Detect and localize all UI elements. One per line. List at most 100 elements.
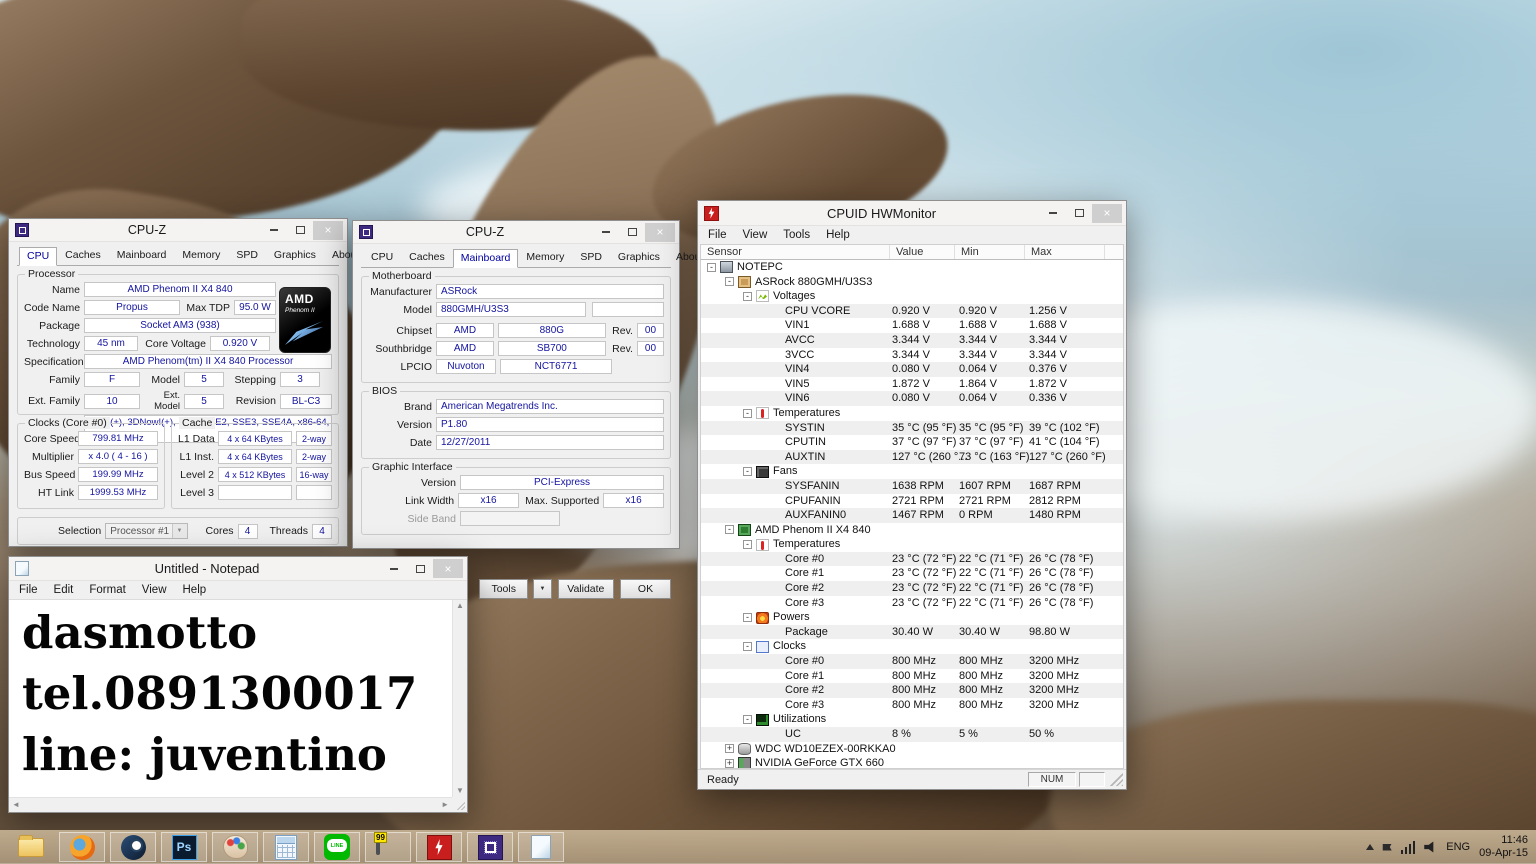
taskbar-cpuz-button[interactable] [467, 832, 513, 862]
tab[interactable]: CPU [19, 247, 58, 266]
sensor-row[interactable]: AVCC 3.344 V 3.344 V 3.344 V [701, 332, 1123, 348]
sensor-row[interactable]: Core #0 23 °C (72 °F) 22 °C (71 °F) 26 °… [701, 551, 1123, 567]
sensor-row[interactable]: - Utilizations [701, 712, 1123, 727]
taskbar-firefox-button[interactable] [59, 832, 105, 862]
sensor-row[interactable]: VIN1 1.688 V 1.688 V 1.688 V [701, 318, 1123, 333]
maximize-button[interactable] [287, 221, 313, 240]
expand-toggle[interactable]: + [725, 744, 734, 754]
minimize-button[interactable] [261, 221, 287, 240]
sensor-row[interactable]: Core #3 23 °C (72 °F) 22 °C (71 °F) 26 °… [701, 596, 1123, 611]
maximize-button[interactable] [1066, 204, 1092, 223]
expand-toggle[interactable]: + [725, 758, 734, 768]
menu-item[interactable]: Edit [46, 583, 82, 597]
taskbar-monitor-99-button[interactable]: 99 [365, 832, 411, 862]
menu-item[interactable]: View [735, 228, 776, 242]
column-value[interactable]: Value [890, 245, 955, 259]
resize-grip[interactable] [1110, 773, 1123, 786]
column-sensor[interactable]: Sensor [701, 245, 890, 259]
chevron-down-icon[interactable]: ▼ [171, 524, 187, 538]
close-button[interactable]: × [313, 220, 343, 240]
expand-toggle[interactable]: - [707, 262, 716, 272]
taskbar-clock[interactable]: 11:46 09-Apr-15 [1479, 834, 1528, 860]
column-min[interactable]: Min [955, 245, 1025, 259]
expand-toggle[interactable]: - [743, 291, 752, 301]
taskbar-hwmonitor-button[interactable] [416, 832, 462, 862]
language-indicator[interactable]: ENG [1446, 841, 1470, 853]
sensor-row[interactable]: - Fans [701, 464, 1123, 479]
show-hidden-icons-chevron[interactable] [1365, 844, 1374, 850]
taskbar-calculator-button[interactable] [263, 832, 309, 862]
sensor-row[interactable]: CPUTIN 37 °C (97 °F) 37 °C (97 °F) 41 °C… [701, 435, 1123, 450]
sensor-row[interactable]: AUXFANIN0 1467 RPM 0 RPM 1480 RPM [701, 508, 1123, 523]
menu-item[interactable]: Help [175, 583, 215, 597]
sensor-row[interactable]: CPU VCORE 0.920 V 0.920 V 1.256 V [701, 303, 1123, 319]
menu-item[interactable]: View [134, 583, 175, 597]
tab[interactable]: CPU [363, 248, 401, 267]
minimize-button[interactable] [381, 559, 407, 578]
sensor-row[interactable]: VIN4 0.080 V 0.064 V 0.376 V [701, 362, 1123, 377]
tab[interactable]: Graphics [610, 248, 668, 267]
scroll-left-icon[interactable]: ◄ [12, 801, 20, 809]
processor-select[interactable]: Processor #1 ▼ [105, 523, 188, 539]
close-button[interactable]: × [433, 559, 463, 578]
taskbar-steam-button[interactable] [110, 832, 156, 862]
sensor-row[interactable]: - Clocks [701, 639, 1123, 654]
sensor-row[interactable]: AUXTIN 127 °C (260 °... 73 °C (163 °F) 1… [701, 449, 1123, 465]
vertical-scrollbar[interactable]: ▲ ▼ [452, 600, 467, 797]
tab[interactable]: Caches [401, 248, 453, 267]
sensor-row[interactable]: SYSFANIN 1638 RPM 1607 RPM 1687 RPM [701, 478, 1123, 494]
maximize-button[interactable] [619, 223, 645, 242]
sensor-row[interactable]: UC 8 % 5 % 50 % [701, 727, 1123, 742]
validate-button[interactable]: Validate [557, 579, 615, 599]
sensor-row[interactable]: Core #1 800 MHz 800 MHz 3200 MHz [701, 669, 1123, 684]
maximize-button[interactable] [407, 559, 433, 578]
tab[interactable]: Memory [518, 248, 572, 267]
resize-grip[interactable] [452, 797, 467, 812]
menu-item[interactable]: Format [81, 583, 133, 597]
tools-dropdown-button[interactable]: ▼ [533, 579, 552, 599]
scroll-right-icon[interactable]: ► [441, 801, 449, 809]
expand-toggle[interactable]: - [743, 408, 752, 418]
sensor-row[interactable]: + NVIDIA GeForce GTX 660 [701, 756, 1123, 768]
horizontal-scrollbar[interactable]: ◄ ► [9, 797, 452, 812]
sensor-row[interactable]: - AMD Phenom II X4 840 [701, 523, 1123, 538]
sensor-row[interactable]: - Voltages [701, 289, 1123, 304]
hwmonitor-titlebar[interactable]: CPUID HWMonitor × [698, 201, 1126, 226]
notepad-text-area[interactable]: dasmotto tel.0891300017 line: juventino [9, 600, 452, 797]
menu-item[interactable]: File [700, 228, 735, 242]
sensor-row[interactable]: + WDC WD10EZEX-00RKKA0 [701, 742, 1123, 757]
minimize-button[interactable] [593, 223, 619, 242]
menu-item[interactable]: Tools [775, 228, 818, 242]
taskbar-notepad-button[interactable] [518, 832, 564, 862]
sensor-row[interactable]: Core #2 800 MHz 800 MHz 3200 MHz [701, 683, 1123, 698]
sensor-row[interactable]: - Powers [701, 610, 1123, 625]
menu-item[interactable]: Help [818, 228, 858, 242]
tab[interactable]: Mainboard [452, 249, 519, 268]
sensor-row[interactable]: Package 30.40 W 30.40 W 98.80 W [701, 624, 1123, 640]
expand-toggle[interactable]: - [725, 525, 734, 535]
expand-toggle[interactable]: - [743, 613, 752, 623]
expand-toggle[interactable]: - [743, 715, 752, 725]
action-center-flag-icon[interactable] [1382, 843, 1392, 851]
tab[interactable]: SPD [572, 248, 610, 267]
expand-toggle[interactable]: - [725, 277, 734, 287]
menu-item[interactable]: File [11, 583, 46, 597]
close-button[interactable]: × [645, 222, 675, 242]
sensor-row[interactable]: Core #3 800 MHz 800 MHz 3200 MHz [701, 698, 1123, 713]
expand-toggle[interactable]: - [743, 540, 752, 550]
scroll-down-icon[interactable]: ▼ [456, 787, 464, 795]
minimize-button[interactable] [1040, 204, 1066, 223]
notepad-titlebar[interactable]: Untitled - Notepad × [9, 557, 467, 581]
ok-button[interactable]: OK [620, 579, 671, 599]
sensor-row[interactable]: 3VCC 3.344 V 3.344 V 3.344 V [701, 348, 1123, 363]
sensor-row[interactable]: VIN6 0.080 V 0.064 V 0.336 V [701, 391, 1123, 406]
taskbar-photoshop-button[interactable]: Ps [161, 832, 207, 862]
volume-speaker-icon[interactable] [1424, 841, 1434, 853]
sensor-row[interactable]: - ASRock 880GMH/U3S3 [701, 275, 1123, 290]
sensor-row[interactable]: Core #1 23 °C (72 °F) 22 °C (71 °F) 26 °… [701, 566, 1123, 581]
sensor-row[interactable]: - NOTEPC [701, 260, 1123, 275]
tab[interactable]: Graphics [266, 246, 324, 265]
close-button[interactable]: × [1092, 203, 1122, 223]
tab[interactable]: Caches [57, 246, 109, 265]
sensor-row[interactable]: - Temperatures [701, 406, 1123, 421]
